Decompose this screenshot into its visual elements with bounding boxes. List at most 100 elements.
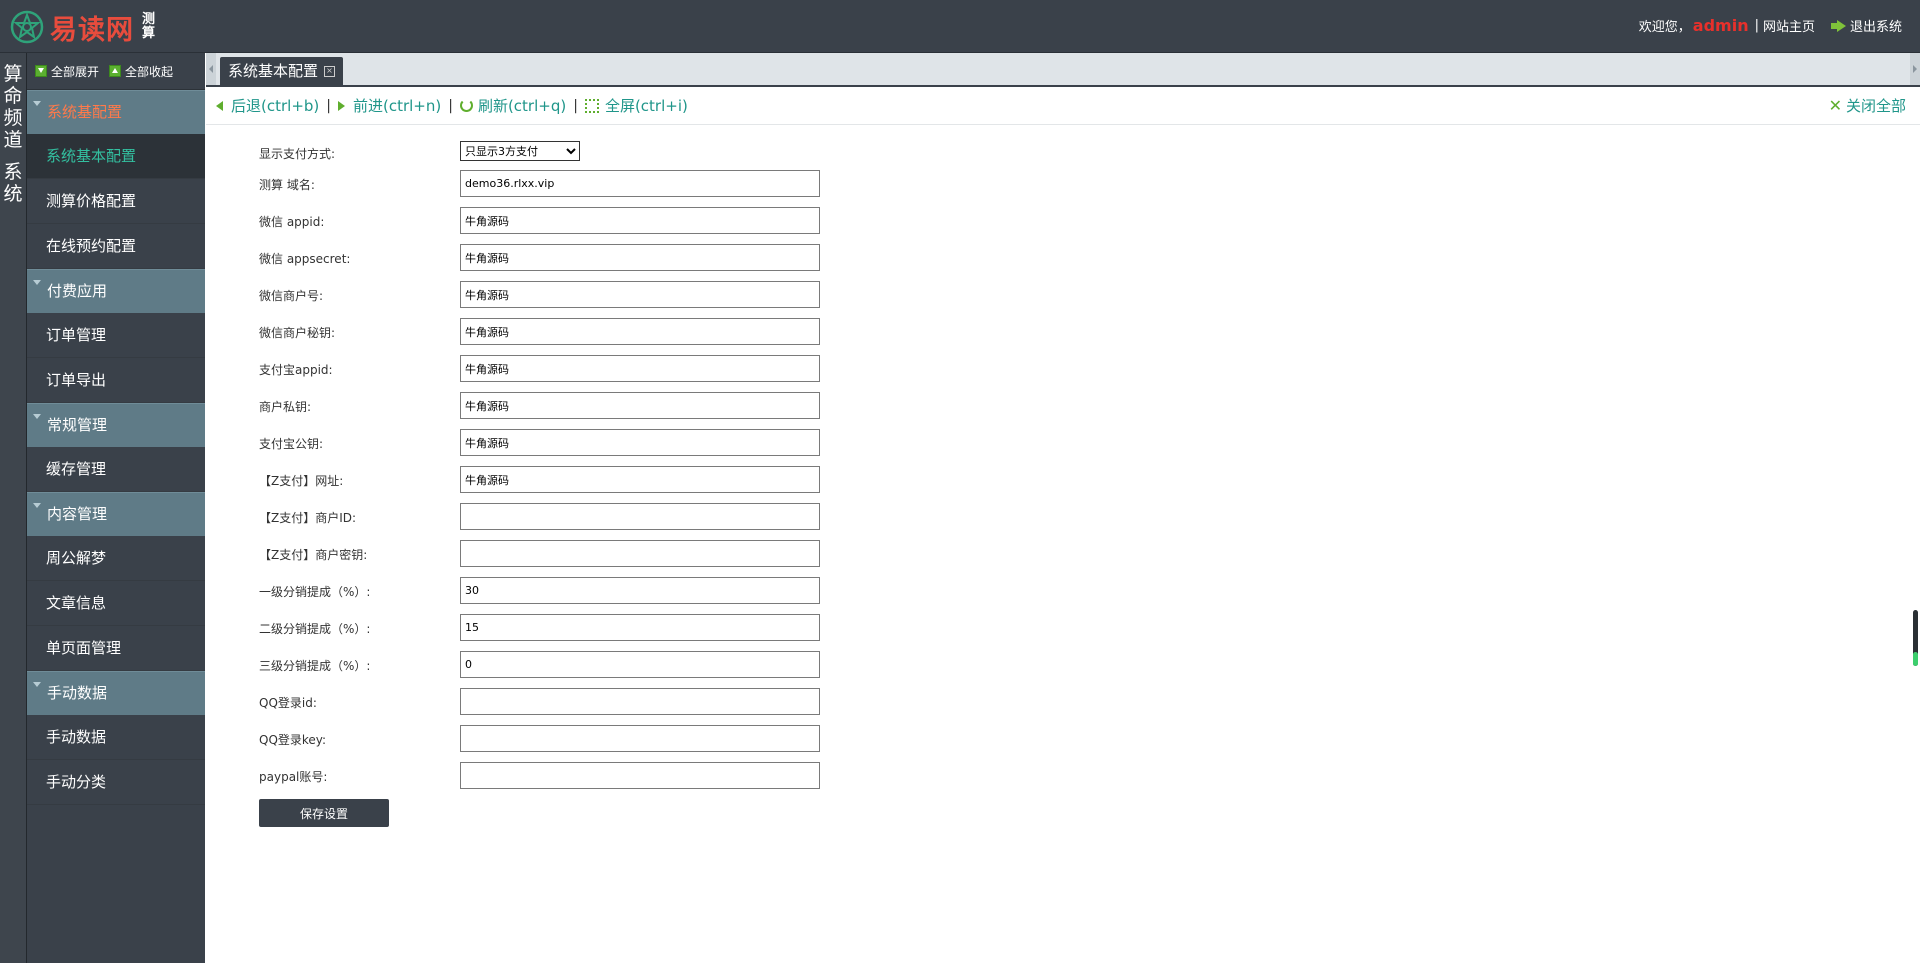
sidebar-item-cache[interactable]: 缓存管理: [27, 447, 205, 492]
scroll-indicator[interactable]: [1913, 610, 1918, 666]
collapse-all-button[interactable]: 全部收起: [109, 63, 173, 80]
form-row: 【Z支付】网址:: [259, 466, 820, 494]
wechat-appsecret-field[interactable]: [460, 244, 820, 271]
sidebar-group-title: 常规管理: [47, 416, 108, 434]
close-all-label: 关闭全部: [1845, 97, 1906, 115]
qq-login-key-field[interactable]: [460, 725, 820, 752]
field-label: QQ登录key:: [259, 733, 327, 747]
tab-bar: 系统基本配置 ×: [206, 53, 1920, 87]
form-row: 【Z支付】商户密钥:: [259, 540, 820, 568]
forward-label: 前进(ctrl+n): [352, 97, 442, 115]
sidebar-group-paid-apps[interactable]: 付费应用: [27, 269, 205, 313]
page-toolbar: 后退(ctrl+b) | 前进(ctrl+n) | 刷新(ctrl+q) | 全…: [206, 87, 1920, 125]
level1-commission-field[interactable]: [460, 577, 820, 604]
field-label: paypal账号:: [259, 770, 328, 784]
form-row: QQ登录key:: [259, 725, 820, 753]
sidebar-group-manual-data[interactable]: 手动数据: [27, 671, 205, 715]
logo-star-icon: [10, 10, 44, 44]
field-label: 测算 域名:: [259, 178, 315, 192]
welcome-text: 欢迎您，: [1638, 20, 1691, 35]
chevron-down-icon: [33, 101, 41, 106]
zpay-merchant-id-field[interactable]: [460, 503, 820, 530]
alipay-appid-field[interactable]: [460, 355, 820, 382]
sidebar-item-orders[interactable]: 订单管理: [27, 313, 205, 358]
sidebar-item-system-basic-config[interactable]: 系统基本配置: [27, 134, 205, 179]
field-label: 【Z支付】商户ID:: [259, 511, 357, 525]
logo-text: 易读网: [50, 14, 134, 46]
fullscreen-label: 全屏(ctrl+i): [604, 97, 688, 115]
logout-label: 退出系统: [1849, 20, 1902, 35]
sidebar-item-price-config[interactable]: 测算价格配置: [27, 179, 205, 224]
tab-label: 系统基本配置: [228, 62, 319, 80]
field-label: 商户私钥:: [259, 400, 312, 414]
logout-link[interactable]: 退出系统: [1829, 16, 1902, 35]
field-label: 二级分销提成（%）:: [259, 622, 371, 636]
zpay-merchant-key-field[interactable]: [460, 540, 820, 567]
top-header: 易读网 测算 欢迎您， admin | 网站主页 退出系统: [0, 0, 1920, 53]
sidebar-item-order-export[interactable]: 订单导出: [27, 358, 205, 403]
close-icon: ✕: [1828, 96, 1842, 115]
site-logo[interactable]: 易读网 测算: [10, 9, 156, 46]
expand-all-label: 全部展开: [51, 64, 100, 79]
expand-all-button[interactable]: 全部展开: [35, 63, 99, 80]
back-button[interactable]: 后退(ctrl+b): [206, 95, 319, 116]
tab-scroll-right-button[interactable]: [1910, 53, 1920, 85]
pay-mode-select[interactable]: 只显示3方支付: [460, 141, 580, 161]
sidebar-group-general[interactable]: 常规管理: [27, 403, 205, 447]
alipay-public-key-field[interactable]: [460, 429, 820, 456]
sidebar-item-dreams[interactable]: 周公解梦: [27, 536, 205, 581]
channel-bar: 算命频道 系统: [0, 53, 27, 963]
field-label: 支付宝公钥:: [259, 437, 324, 451]
sidebar-item-articles[interactable]: 文章信息: [27, 581, 205, 626]
field-label: 支付宝appid:: [259, 363, 333, 377]
channel-system[interactable]: 系统: [0, 161, 26, 205]
form-row: 商户私钥:: [259, 392, 820, 420]
form-row: 支付宝公钥:: [259, 429, 820, 457]
sidebar-item-manual-category[interactable]: 手动分类: [27, 760, 205, 805]
fullscreen-button[interactable]: 全屏(ctrl+i): [584, 95, 688, 116]
sidebar-item-manual-data[interactable]: 手动数据: [27, 715, 205, 760]
form-row: 支付宝appid:: [259, 355, 820, 383]
field-label: 微信 appid:: [259, 215, 325, 229]
channel-fortune[interactable]: 算命频道: [0, 63, 26, 151]
sidebar-item-pages[interactable]: 单页面管理: [27, 626, 205, 671]
collapse-all-label: 全部收起: [125, 64, 174, 79]
zpay-url-field[interactable]: [460, 466, 820, 493]
sidebar-group-system-config[interactable]: 系统基配置: [27, 90, 205, 134]
form-row: paypal账号:: [259, 762, 820, 790]
field-label: 微信商户秘钥:: [259, 326, 336, 340]
qq-login-id-field[interactable]: [460, 688, 820, 715]
wechat-mchid-field[interactable]: [460, 281, 820, 308]
close-all-button[interactable]: ✕ 关闭全部: [1829, 87, 1906, 124]
form-row: 微信商户秘钥:: [259, 318, 820, 346]
wechat-mch-key-field[interactable]: [460, 318, 820, 345]
username: admin: [1692, 16, 1749, 35]
site-home-link[interactable]: 网站主页: [1763, 16, 1815, 35]
tab-system-basic-config[interactable]: 系统基本配置 ×: [220, 57, 344, 85]
form-row: 微信 appsecret:: [259, 244, 820, 272]
sidebar-group-title: 手动数据: [47, 684, 108, 702]
chevron-down-icon: [33, 682, 41, 687]
form-row: 【Z支付】商户ID:: [259, 503, 820, 531]
sidebar-item-booking-config[interactable]: 在线预约配置: [27, 224, 205, 269]
fullscreen-icon: [584, 98, 599, 113]
forward-button[interactable]: 前进(ctrl+n): [337, 95, 442, 116]
sidebar-group-content[interactable]: 内容管理: [27, 492, 205, 536]
field-label: 【Z支付】网址:: [259, 474, 344, 488]
field-label: 微信 appsecret:: [259, 252, 351, 266]
refresh-button[interactable]: 刷新(ctrl+q): [459, 95, 566, 116]
refresh-icon: [459, 99, 473, 112]
sidebar-group-title: 系统基配置: [47, 103, 123, 121]
merchant-private-key-field[interactable]: [460, 392, 820, 419]
tab-scroll-left-button[interactable]: [206, 53, 216, 85]
save-settings-button[interactable]: 保存设置: [259, 799, 389, 827]
sidebar-group-title: 付费应用: [47, 282, 108, 300]
domain-field[interactable]: [460, 170, 820, 197]
wechat-appid-field[interactable]: [460, 207, 820, 234]
logout-arrow-icon: [1830, 19, 1846, 32]
level3-commission-field[interactable]: [460, 651, 820, 678]
level2-commission-field[interactable]: [460, 614, 820, 641]
field-label: QQ登录id:: [259, 696, 317, 710]
tab-close-icon[interactable]: ×: [324, 65, 336, 77]
paypal-account-field[interactable]: [460, 762, 820, 789]
